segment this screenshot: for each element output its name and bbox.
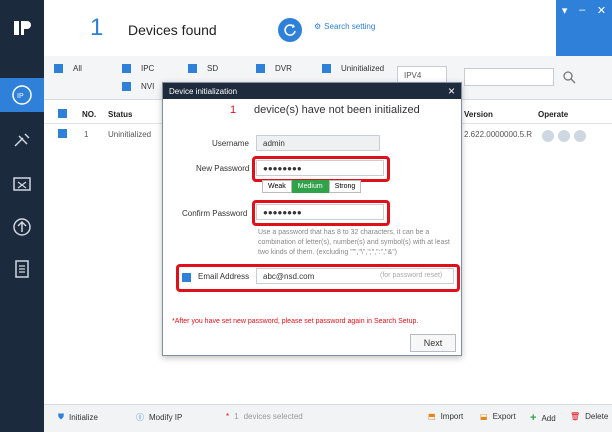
email-value: abc@nsd.com <box>263 272 315 281</box>
device-count: 1 <box>90 14 104 41</box>
search-input[interactable] <box>464 68 554 86</box>
filter-label: SD <box>207 64 219 73</box>
satellite-icon[interactable] <box>0 124 44 158</box>
selected-label: devices selected <box>243 412 303 421</box>
export-button[interactable]: ⬓ Export <box>480 412 516 421</box>
password-hint: Use a password that has 8 to 32 characte… <box>258 229 450 256</box>
row-no: 1 <box>84 130 89 139</box>
uninitialized-message: device(s) have not been initialized <box>254 104 420 116</box>
uninitialized-count: 1 <box>230 104 237 116</box>
selected-count: 1 <box>234 412 239 421</box>
trash-icon: 🗑 <box>570 412 581 421</box>
checkbox-icon[interactable] <box>122 64 131 73</box>
filter-dvr[interactable]: DVR <box>256 64 292 73</box>
strength-weak: Weak <box>262 180 292 193</box>
confirm-password-label: Confirm Password <box>182 209 248 218</box>
delete-label: Delete <box>585 412 609 421</box>
devices-found-label: Devices found <box>128 22 217 38</box>
search-icon[interactable] <box>562 70 576 84</box>
row-status: Uninitialized <box>108 130 152 139</box>
strength-strong: Strong <box>328 180 362 193</box>
footer-toolbar: ⛊ Initialize Ⓘ Modify IP * 1 devices sel… <box>44 404 612 432</box>
filter-all[interactable]: All <box>54 64 82 73</box>
password-note: *After you have set new password, please… <box>172 318 419 325</box>
config-icon[interactable] <box>0 168 44 202</box>
header: 1 Devices found ⚙ Search setting ▾ – ✕ <box>44 0 612 56</box>
new-password-label: New Password <box>196 164 250 173</box>
dialog-title: Device initialization <box>169 87 238 96</box>
sidebar: IP <box>0 0 44 432</box>
initialize-button[interactable]: ⛊ Initialize <box>58 412 98 422</box>
filter-label: All <box>73 64 82 73</box>
filter-ipc[interactable]: IPC <box>122 64 154 73</box>
row-version: 2.622.0000000.5.R <box>464 130 533 139</box>
export-icon: ⬓ <box>480 412 488 421</box>
window-controls: ▾ – ✕ <box>556 0 612 56</box>
checkbox-icon[interactable] <box>122 82 131 91</box>
password-strength-meter: Weak Medium Strong <box>262 180 362 193</box>
initialize-label: Initialize <box>69 412 98 422</box>
filter-label: IPC <box>141 64 155 73</box>
selection-status: * 1 devices selected <box>226 412 303 421</box>
ip-tool-icon[interactable]: IP <box>0 78 44 112</box>
select-all-checkbox[interactable] <box>58 109 67 118</box>
edit-icon[interactable] <box>542 130 554 142</box>
email-hint: (for password reset) <box>380 272 443 279</box>
import-icon: ⬒ <box>428 412 436 421</box>
new-password-highlight <box>252 156 390 182</box>
document-icon[interactable] <box>0 252 44 286</box>
details-icon[interactable] <box>574 130 586 142</box>
filter-label: DVR <box>275 64 292 73</box>
row-checkbox[interactable] <box>58 129 67 138</box>
import-label: Import <box>440 412 464 421</box>
next-button[interactable]: Next <box>410 334 456 352</box>
plus-icon: + <box>530 412 537 424</box>
gear-icon: ⚙ <box>314 22 322 31</box>
add-label: Add <box>541 413 556 423</box>
export-label: Export <box>492 412 516 421</box>
checkbox-icon[interactable] <box>54 64 63 73</box>
checkbox-icon[interactable] <box>322 64 331 73</box>
delete-button[interactable]: 🗑 Delete <box>570 412 608 421</box>
filter-uninitialized[interactable]: Uninitialized <box>322 64 384 73</box>
username-field[interactable]: admin <box>256 135 380 151</box>
app-window: IP 1 Devices found ⚙ Search setting ▾ – … <box>0 0 612 432</box>
shield-icon: ⛊ <box>58 412 64 421</box>
refresh-button[interactable] <box>278 18 302 42</box>
col-operate: Operate <box>538 110 569 119</box>
refresh-icon <box>284 24 296 36</box>
strength-medium: Medium <box>291 180 329 193</box>
dropdown-icon[interactable]: ▾ <box>562 4 568 56</box>
modify-ip-label: Modify IP <box>149 413 183 422</box>
import-button[interactable]: ⬒ Import <box>428 412 463 421</box>
modify-ip-button[interactable]: Ⓘ Modify IP <box>136 412 182 423</box>
col-status: Status <box>108 110 133 119</box>
upgrade-icon[interactable] <box>0 210 44 244</box>
app-logo <box>0 0 44 56</box>
email-label: Email Address <box>198 272 250 281</box>
col-no: NO. <box>82 110 97 119</box>
search-setting-label: Search setting <box>324 22 376 31</box>
col-version: Version <box>464 110 493 119</box>
filter-label: NVI <box>141 82 155 91</box>
minimize-icon[interactable]: – <box>579 4 585 56</box>
checkbox-icon[interactable] <box>256 64 265 73</box>
add-button[interactable]: + Add <box>530 412 556 424</box>
ip-icon: Ⓘ <box>136 413 144 422</box>
confirm-password-highlight <box>252 200 390 226</box>
filter-nvr[interactable]: NVI <box>122 82 154 91</box>
dialog-title-bar: Device initialization × <box>163 83 461 99</box>
filter-sd[interactable]: SD <box>188 64 218 73</box>
asterisk-icon: * <box>226 412 230 421</box>
web-icon[interactable] <box>558 130 570 142</box>
svg-text:IP: IP <box>17 93 24 100</box>
search-setting-button[interactable]: ⚙ Search setting <box>314 22 375 31</box>
checkbox-icon[interactable] <box>188 64 197 73</box>
email-checkbox[interactable] <box>182 273 191 282</box>
close-icon[interactable]: × <box>448 84 455 98</box>
close-window-icon[interactable]: ✕ <box>597 4 606 56</box>
username-label: Username <box>212 139 249 148</box>
filter-label: Uninitialized <box>341 64 385 73</box>
